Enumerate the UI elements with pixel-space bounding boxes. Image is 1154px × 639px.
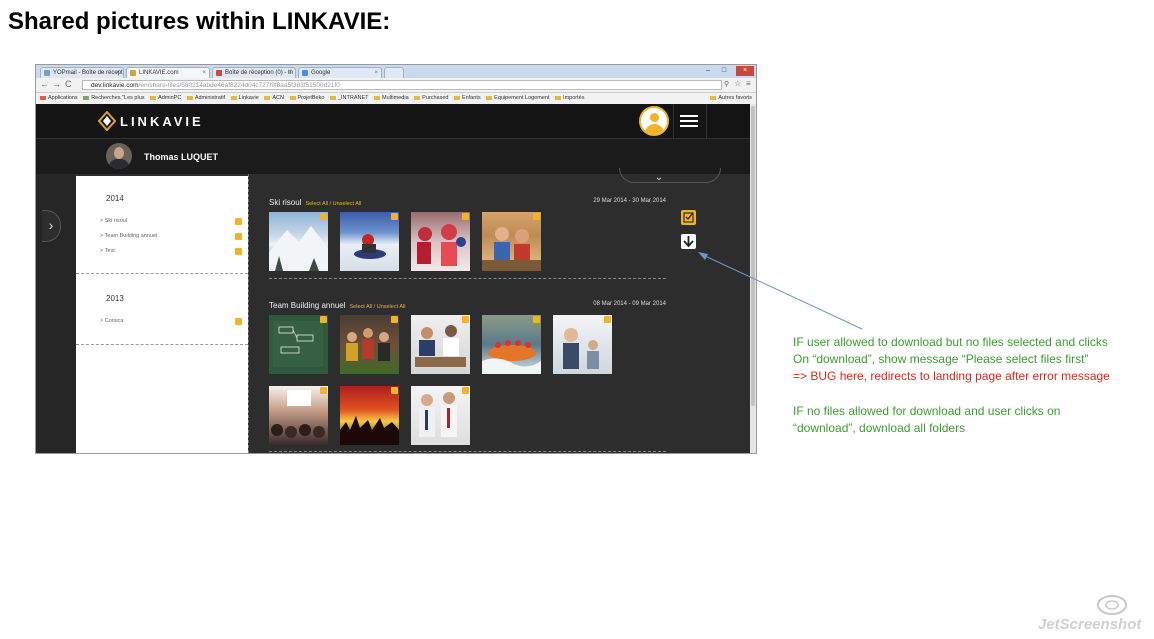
note-block-2: IF no files allowed for download and use… bbox=[793, 403, 1143, 437]
note-line: On “download”, show message “Please sele… bbox=[793, 352, 1089, 366]
jetscreenshot-watermark: JetScreenshot bbox=[1036, 593, 1146, 633]
note-block-1: IF user allowed to download but no files… bbox=[793, 334, 1143, 368]
note-line: => BUG here, redirects to landing page a… bbox=[793, 369, 1110, 383]
note-line: IF no files allowed for download and use… bbox=[793, 404, 1061, 418]
watermark-logo-icon: JetScreenshot bbox=[1038, 595, 1142, 633]
note-line: “download”, download all folders bbox=[793, 421, 966, 435]
note-line: IF user allowed to download but no files… bbox=[793, 335, 1108, 349]
note-bug: => BUG here, redirects to landing page a… bbox=[793, 368, 1143, 385]
annotation-arrow bbox=[698, 252, 863, 330]
watermark-text: JetScreenshot bbox=[1038, 616, 1142, 633]
